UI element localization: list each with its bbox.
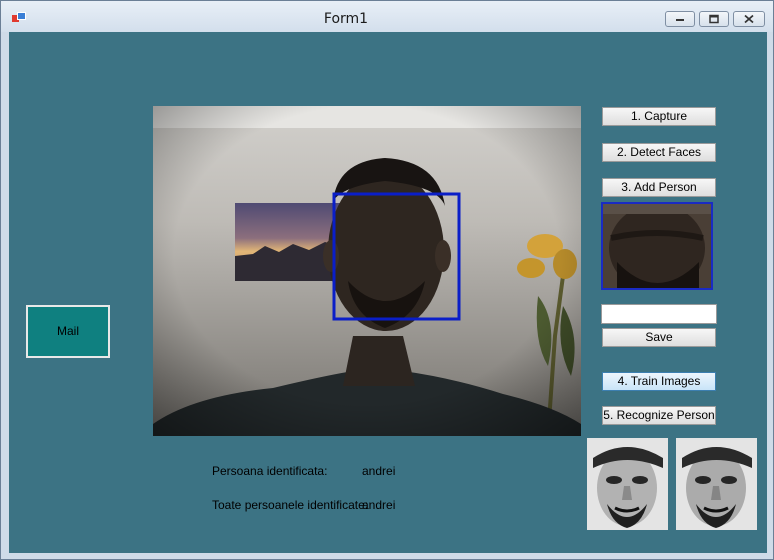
mail-button-label: Mail	[56, 324, 79, 338]
detected-face-preview	[601, 202, 713, 290]
mail-button[interactable]: Mail	[26, 305, 110, 358]
person-name-input[interactable]	[601, 304, 717, 324]
camera-frame-image	[153, 106, 581, 436]
save-button[interactable]: Save	[602, 328, 716, 347]
minimize-button[interactable]	[665, 11, 695, 27]
identified-person-value: andrei	[362, 464, 396, 478]
window-title: Form1	[323, 11, 369, 27]
title-bar[interactable]: Form1	[1, 1, 773, 32]
app-window: Form1 Mail 1. Capture 2. Detect Faces 3.…	[0, 0, 774, 560]
add-person-button[interactable]: 3. Add Person	[602, 178, 716, 197]
training-face-1	[587, 438, 668, 530]
close-icon	[744, 14, 754, 24]
restore-icon	[709, 14, 719, 24]
capture-button[interactable]: 1. Capture	[602, 107, 716, 126]
detect-faces-button[interactable]: 2. Detect Faces	[602, 143, 716, 162]
grayscale-face-image	[676, 438, 757, 530]
recognize-person-button[interactable]: 5. Recognize Person	[602, 406, 716, 425]
maximize-button[interactable]	[699, 11, 729, 27]
camera-feed	[153, 106, 581, 436]
face-crop-image	[603, 204, 711, 288]
train-images-button[interactable]: 4. Train Images	[602, 372, 716, 391]
training-face-2	[676, 438, 757, 530]
close-button[interactable]	[733, 11, 765, 27]
identified-person-label: Persoana identificata:	[212, 464, 328, 478]
grayscale-face-image	[587, 438, 668, 530]
minimize-icon	[676, 19, 684, 21]
all-identified-value: andrei	[362, 498, 396, 512]
form-client-area: Mail 1. Capture 2. Detect Faces 3. Add P…	[9, 32, 767, 553]
all-identified-label: Toate persoanele identificate:	[212, 498, 369, 512]
